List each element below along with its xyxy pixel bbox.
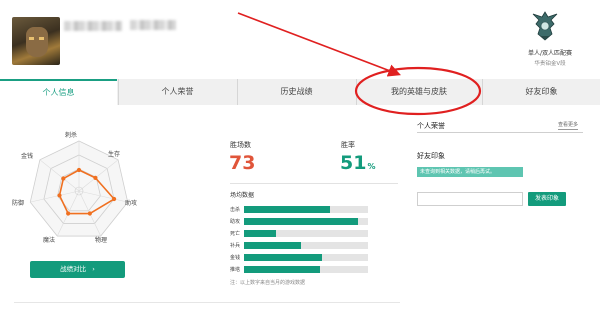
per-game-bar bbox=[244, 242, 302, 249]
winrate-value: 51 bbox=[340, 152, 367, 174]
radar-chart bbox=[29, 140, 129, 237]
per-game-bar bbox=[244, 206, 330, 213]
per-game-bar bbox=[244, 218, 359, 225]
tab-match-history[interactable]: 历史战绩 bbox=[238, 79, 355, 105]
per-game-row: 补兵 bbox=[230, 242, 370, 250]
rank-title: 单人/双人匹配赛 bbox=[527, 50, 573, 57]
winrate-unit: % bbox=[367, 162, 376, 171]
tab-divider bbox=[118, 79, 119, 105]
per-game-track bbox=[244, 206, 368, 213]
per-game-label: 补兵 bbox=[230, 243, 241, 249]
section-divider bbox=[14, 302, 400, 303]
impression-title: 好友印象 bbox=[417, 152, 445, 160]
per-game-row: 击杀 bbox=[230, 206, 370, 214]
winrate-group: 51% bbox=[340, 152, 375, 174]
per-game-label: 金钱 bbox=[230, 255, 241, 261]
tab-personal-info[interactable]: 个人信息 bbox=[0, 79, 117, 105]
rank-emblem-icon bbox=[532, 11, 558, 41]
per-game-label: 死亡 bbox=[230, 231, 241, 237]
per-game-track bbox=[244, 242, 368, 249]
per-game-track bbox=[244, 218, 368, 225]
radar-label-assist: 助攻 bbox=[125, 200, 138, 207]
radar-label-magic: 魔法 bbox=[43, 237, 56, 244]
per-game-label: 击杀 bbox=[230, 207, 241, 213]
radar-point bbox=[76, 167, 82, 173]
per-game-track bbox=[244, 266, 368, 273]
blurred-server bbox=[130, 20, 176, 30]
compare-button[interactable]: 战绩对比 › bbox=[30, 261, 125, 278]
per-game-bar bbox=[244, 230, 277, 237]
avatar-eye-left bbox=[29, 37, 34, 40]
radar-point bbox=[66, 211, 71, 216]
radar-point bbox=[87, 211, 92, 216]
radar-label-survival: 生存 bbox=[108, 151, 121, 158]
post-impression-button[interactable]: 发表印象 bbox=[528, 192, 566, 206]
tab-divider bbox=[482, 79, 483, 105]
radar-point bbox=[111, 196, 117, 202]
per-game-row: 金钱 bbox=[230, 254, 370, 262]
per-game-row: 推塔 bbox=[230, 266, 370, 274]
rank-subtitle: 华贵铂金V段 bbox=[534, 61, 566, 67]
per-game-note: 注：以上数字来自当月的游戏数据 bbox=[230, 280, 306, 286]
blurred-name bbox=[64, 21, 122, 31]
tab-heroes-skins[interactable]: 我的英雄与皮肤 bbox=[357, 79, 481, 105]
tab-friend-impression[interactable]: 好友印象 bbox=[483, 79, 600, 105]
stats-divider bbox=[230, 183, 398, 184]
radar-label-physical: 物理 bbox=[95, 237, 108, 244]
tab-divider bbox=[237, 79, 238, 105]
radar-label-gold: 金钱 bbox=[21, 153, 34, 160]
honor-divider bbox=[417, 132, 583, 133]
avatar-face bbox=[26, 27, 48, 57]
per-game-row: 死亡 bbox=[230, 230, 370, 238]
view-more-link[interactable]: 查看更多 bbox=[558, 122, 579, 130]
per-game-label: 推塔 bbox=[230, 267, 241, 273]
per-game-track bbox=[244, 254, 368, 261]
avatar bbox=[12, 17, 60, 65]
radar-point bbox=[57, 193, 62, 198]
per-game-bar bbox=[244, 254, 323, 261]
tab-divider bbox=[356, 79, 357, 105]
radar-label-kills: 刺杀 bbox=[65, 132, 78, 139]
wins-label: 胜场数 bbox=[230, 141, 251, 149]
per-game-row: 助攻 bbox=[230, 218, 370, 226]
radar-point bbox=[93, 175, 98, 181]
tab-personal-honor[interactable]: 个人荣誉 bbox=[119, 79, 236, 105]
chevron-right-icon: › bbox=[92, 265, 95, 273]
per-game-bar bbox=[244, 266, 320, 273]
per-game-title: 场均数据 bbox=[230, 192, 255, 199]
radar-point bbox=[61, 176, 66, 181]
winrate-label: 胜率 bbox=[341, 141, 355, 149]
honor-title: 个人荣誉 bbox=[417, 122, 445, 130]
impression-input[interactable] bbox=[417, 192, 523, 206]
per-game-track bbox=[244, 230, 368, 237]
per-game-label: 助攻 bbox=[230, 219, 241, 225]
compare-button-label: 战绩对比 bbox=[60, 265, 87, 273]
radar-label-defense: 防御 bbox=[12, 200, 25, 207]
impression-notice: 未查询到相关数据，请稍后再试。 bbox=[417, 167, 523, 177]
annotation-arrow bbox=[237, 12, 401, 77]
avatar-eye-right bbox=[39, 37, 44, 40]
wins-value: 73 bbox=[229, 152, 256, 174]
